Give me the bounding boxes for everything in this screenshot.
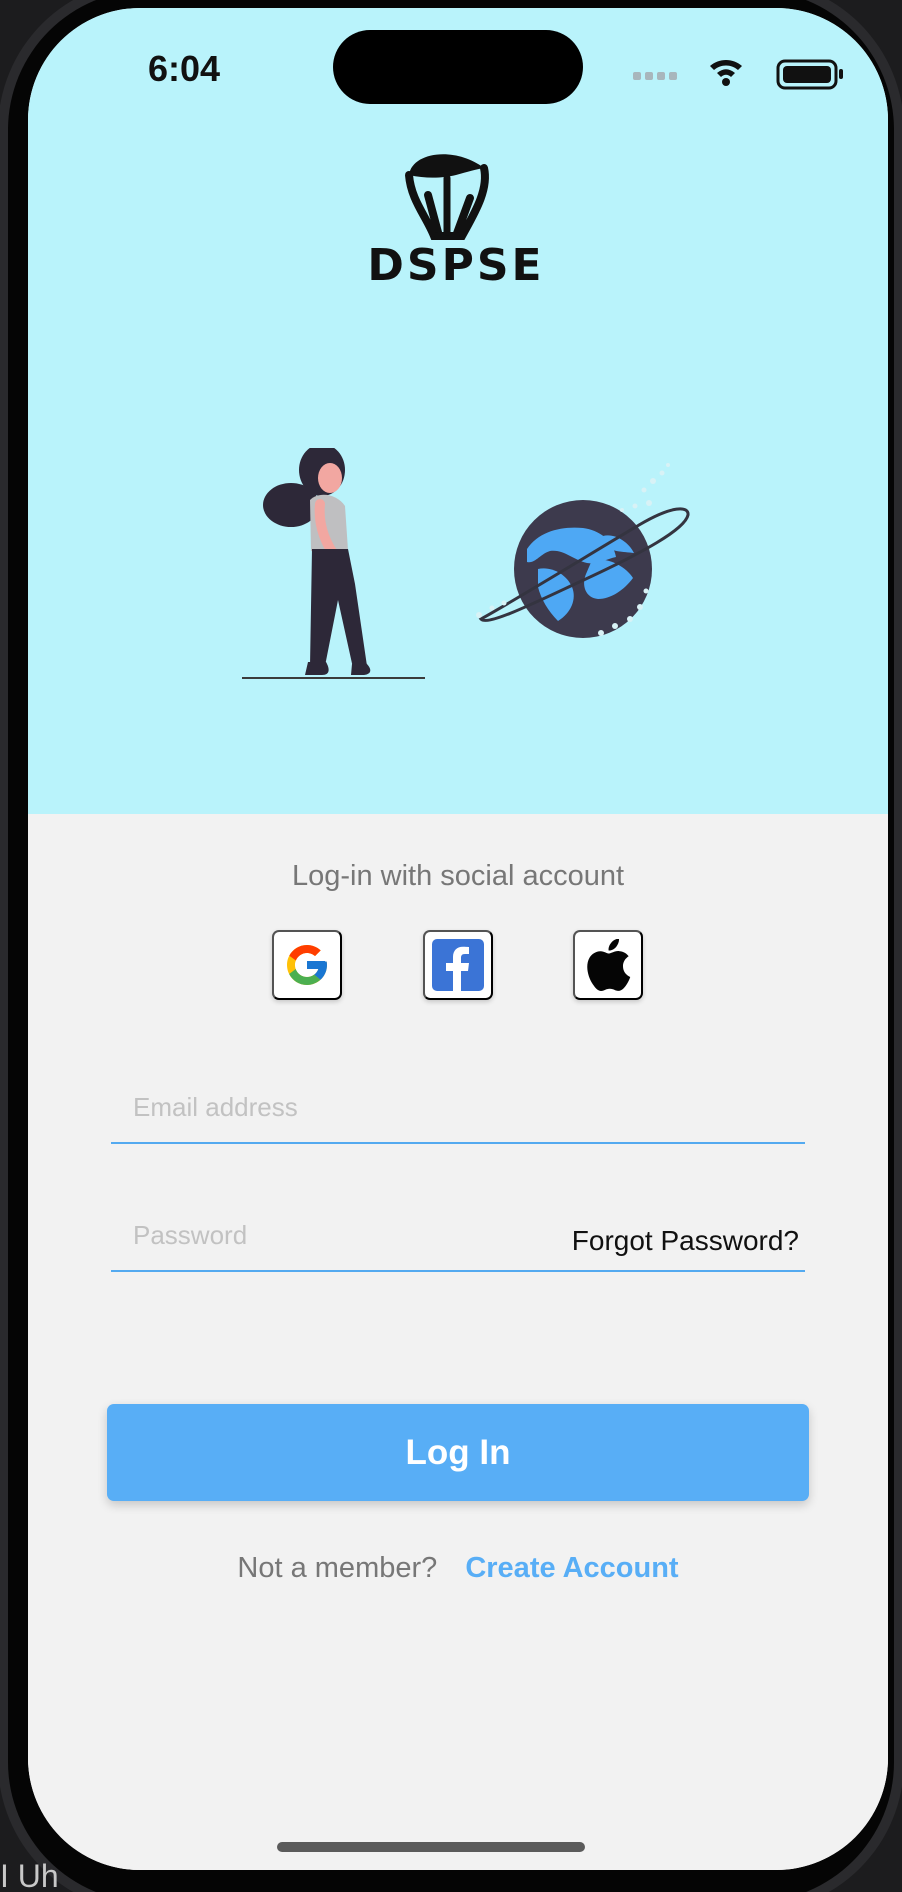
dynamic-island <box>333 30 583 104</box>
forgot-password-link[interactable]: Forgot Password? <box>572 1225 799 1257</box>
phone-screen: 6:04 DSPSE Log-in with social account Em… <box>28 8 888 1870</box>
hero-section: 6:04 DSPSE <box>28 8 888 814</box>
travel-illustration <box>242 448 690 679</box>
login-panel: Log-in with social account Email address… <box>28 814 888 1870</box>
create-account-link[interactable]: Create Account <box>465 1552 678 1584</box>
facebook-icon <box>432 939 484 991</box>
facebook-login-button[interactable] <box>423 930 493 1000</box>
social-login-heading: Log-in with social account <box>291 860 625 892</box>
status-bar: 6:04 <box>28 8 888 118</box>
wifi-icon <box>710 60 742 86</box>
apple-icon <box>587 939 631 991</box>
battery-icon <box>776 59 843 90</box>
woman-figure <box>242 448 425 679</box>
apple-login-button[interactable] <box>573 930 643 1000</box>
status-time: 6:04 <box>148 48 221 89</box>
background-text: I Uh <box>0 1858 59 1892</box>
app-page: 6:04 DSPSE Log-in with social account Em… <box>0 0 902 1892</box>
signal-icon <box>633 72 677 80</box>
login-button[interactable]: Log In <box>107 1404 809 1501</box>
globe-icon <box>476 463 690 638</box>
email-field[interactable] <box>111 1072 805 1142</box>
status-icons <box>633 59 843 90</box>
signup-prompt: Not a member? <box>237 1552 438 1584</box>
parachute-logo-icon <box>405 154 489 240</box>
password-field-wrapper: Forgot Password? <box>111 1200 805 1272</box>
brand-name: DSPSE <box>367 240 545 291</box>
dspse-logo: DSPSE <box>361 140 551 291</box>
email-field-wrapper <box>111 1072 805 1144</box>
google-login-button[interactable] <box>272 930 342 1000</box>
signup-row: Not a member? Create Account <box>28 1552 888 1585</box>
home-indicator <box>277 1842 585 1852</box>
google-icon <box>287 945 327 985</box>
